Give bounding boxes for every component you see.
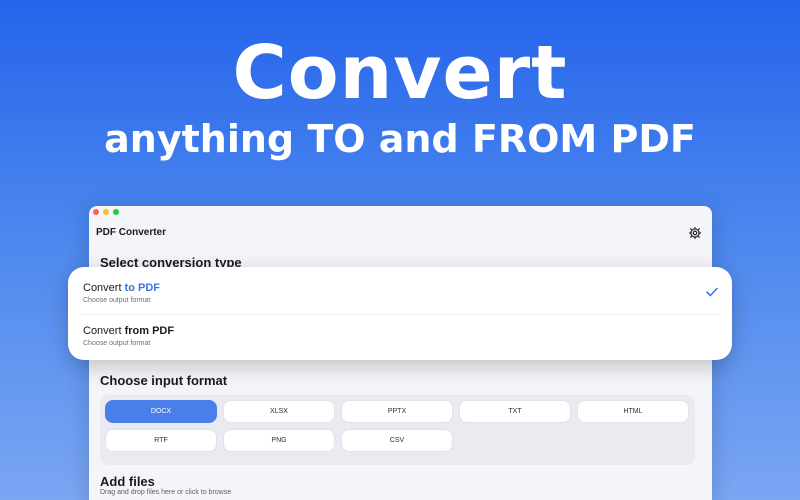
add-files-description: Drag and drop files here or click to bro… [100, 489, 232, 496]
option-to-pdf-title: Convert to PDF [83, 281, 160, 295]
format-button-csv[interactable]: CSV [341, 429, 453, 452]
option-from-pdf-prefix: Convert [83, 325, 125, 337]
minimize-window-button[interactable] [103, 209, 109, 215]
hero-subtitle: anything TO and FROM PDF [104, 117, 696, 161]
format-button-png[interactable]: PNG [223, 429, 335, 452]
window-controls [93, 209, 119, 215]
format-button-docx[interactable]: DOCX [105, 400, 217, 423]
hero-title: Convert [232, 30, 568, 116]
conversion-type-card: Convert to PDF Choose output format Conv… [68, 267, 732, 360]
format-grid: DOCX XLSX PPTX TXT HTML RTF PNG CSV [105, 400, 690, 452]
format-button-rtf[interactable]: RTF [105, 429, 217, 452]
option-to-pdf-prefix: Convert [83, 282, 125, 294]
window-title: PDF Converter [96, 227, 167, 238]
option-from-pdf-emphasis: from PDF [124, 325, 175, 337]
close-window-button[interactable] [93, 209, 99, 215]
format-button-html[interactable]: HTML [577, 400, 689, 423]
option-to-pdf-emphasis: to PDF [124, 282, 161, 294]
option-divider [80, 314, 720, 315]
option-from-pdf[interactable]: Convert from PDF Choose output format [83, 324, 174, 347]
checkmark-icon [706, 287, 718, 297]
add-files-heading: Add files [100, 474, 155, 489]
format-button-xlsx[interactable]: XLSX [223, 400, 335, 423]
format-panel: DOCX XLSX PPTX TXT HTML RTF PNG CSV [100, 395, 695, 465]
zoom-window-button[interactable] [113, 209, 119, 215]
option-from-pdf-title: Convert from PDF [83, 324, 174, 338]
input-format-heading: Choose input format [100, 373, 228, 388]
option-to-pdf-description: Choose output format [83, 297, 151, 304]
option-to-pdf[interactable]: Convert to PDF Choose output format [83, 281, 160, 304]
gear-icon[interactable] [688, 226, 702, 240]
option-from-pdf-description: Choose output format [83, 340, 151, 347]
format-button-pptx[interactable]: PPTX [341, 400, 453, 423]
format-button-txt[interactable]: TXT [459, 400, 571, 423]
